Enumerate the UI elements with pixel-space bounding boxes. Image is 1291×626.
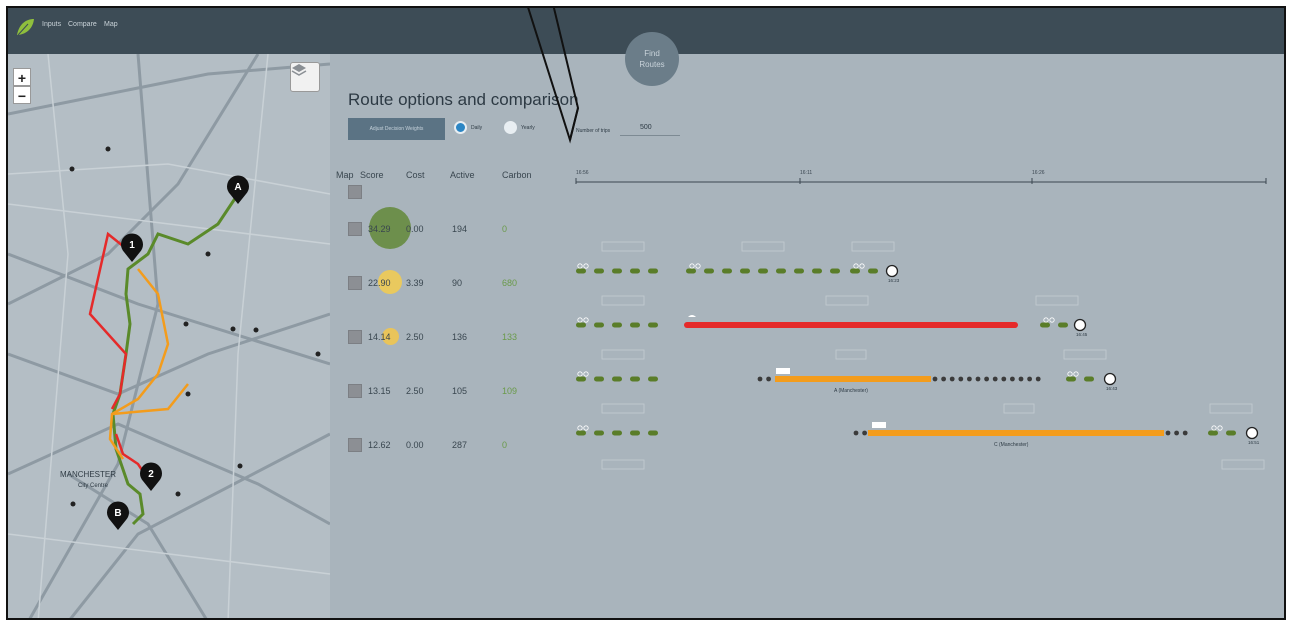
app-window: Inputs Compare Map Find Routes MANCHESTE… xyxy=(6,6,1286,620)
callout-pointer xyxy=(527,8,580,144)
